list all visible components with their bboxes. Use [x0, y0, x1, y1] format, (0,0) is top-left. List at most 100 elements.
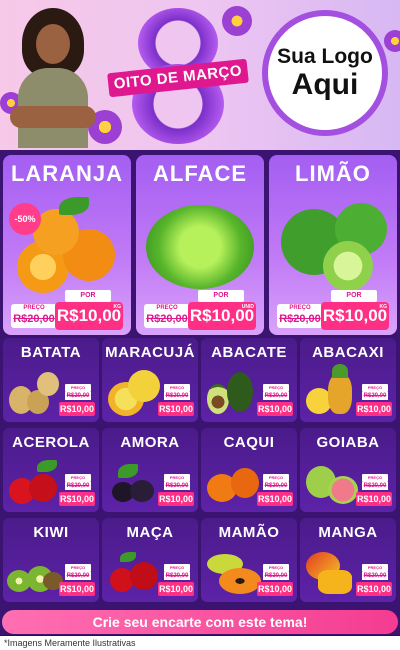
new-price: R$10,00: [158, 402, 194, 416]
old-price-box: PREÇO R$20,00: [277, 304, 323, 328]
price-label: PREÇO: [263, 474, 289, 482]
product-card-mamao[interactable]: MAMÃO PREÇO R$20,00 R$10,00: [201, 518, 297, 602]
price-label: PREÇO: [362, 384, 388, 392]
price-label: PREÇO: [263, 384, 289, 392]
price-tag: PREÇO R$20,00 R$10,00: [59, 384, 95, 418]
product-card-abacaxi[interactable]: ABACAXI PREÇO R$20,00 R$10,00: [300, 338, 396, 422]
papaya-image: [205, 548, 263, 596]
product-card-goiaba[interactable]: GOIABA PREÇO R$20,00 R$10,00: [300, 428, 396, 512]
new-price: R$10,00: [257, 402, 293, 416]
old-price: R$20,00: [146, 313, 188, 325]
logo-line-1: Sua Logo: [277, 45, 373, 68]
price-label: PREÇO: [289, 305, 311, 311]
price-label: PREÇO: [263, 564, 289, 572]
por-label: POR: [331, 290, 377, 302]
old-price: R$20,00: [65, 482, 91, 490]
blackberry-image: [106, 458, 164, 506]
old-price: R$20,00: [362, 482, 388, 490]
featured-card-alface[interactable]: ALFACE POR PREÇO R$20,00 R$10,00 UNID: [136, 155, 264, 335]
product-card-amora[interactable]: AMORA PREÇO R$20,00 R$10,00: [102, 428, 198, 512]
woman-photo: [10, 8, 96, 148]
price-box: POR PREÇO R$20,00 R$10,00 KG: [277, 290, 389, 330]
potato-image: [7, 368, 65, 416]
product-card-batata[interactable]: BATATA PREÇO R$20,00 R$10,00: [3, 338, 99, 422]
price-tag: PREÇO R$20,00 R$10,00: [59, 564, 95, 598]
price-label: PREÇO: [362, 564, 388, 572]
product-card-abacate[interactable]: ABACATE PREÇO R$20,00 R$10,00: [201, 338, 297, 422]
new-price: R$10,00: [257, 492, 293, 506]
old-price-box: PREÇO R$20,00: [11, 304, 57, 328]
old-price: R$20,00: [65, 392, 91, 400]
discount-badge: -50%: [9, 203, 41, 235]
price-tag: PREÇO R$20,00 R$10,00: [158, 564, 194, 598]
products-area: LARANJA -50% POR PREÇO R$20,00 R$10,00 K…: [0, 150, 400, 635]
old-price: R$20,00: [13, 313, 55, 325]
price-label: PREÇO: [164, 564, 190, 572]
mango-image: [304, 548, 362, 596]
old-price: R$20,00: [263, 392, 289, 400]
new-price: R$10,00: [59, 582, 95, 596]
product-card-manga[interactable]: MANGA PREÇO R$20,00 R$10,00: [300, 518, 396, 602]
price-label: PREÇO: [362, 474, 388, 482]
unit-label: KG: [113, 304, 122, 310]
price-label: PREÇO: [156, 305, 178, 311]
price-label: PREÇO: [65, 564, 91, 572]
product-card-caqui[interactable]: CAQUI PREÇO R$20,00 R$10,00: [201, 428, 297, 512]
product-name: KIWI: [33, 524, 69, 541]
price-tag: PREÇO R$20,00 R$10,00: [59, 474, 95, 508]
product-name: BATATA: [20, 344, 82, 361]
oito-de-marco-badge: OITO DE MARÇO: [107, 8, 249, 146]
price-tag: PREÇO R$20,00 R$10,00: [356, 474, 392, 508]
por-label: POR: [65, 290, 111, 302]
new-price: R$10,00: [158, 492, 194, 506]
cta-banner[interactable]: Crie seu encarte com este tema!: [2, 610, 398, 634]
flower-icon: [384, 30, 400, 52]
logo-line-2: Aqui: [291, 68, 359, 101]
new-price: R$10,00: [158, 582, 194, 596]
apple-image: [106, 548, 164, 596]
old-price: R$20,00: [164, 572, 190, 580]
product-name: GOIABA: [316, 434, 380, 451]
old-price: R$20,00: [164, 482, 190, 490]
old-price: R$20,00: [65, 572, 91, 580]
guava-image: [304, 458, 362, 506]
price-tag: PREÇO R$20,00 R$10,00: [257, 384, 293, 418]
price-box: POR PREÇO R$20,00 R$10,00 UNID: [144, 290, 256, 330]
price-tag: PREÇO R$20,00 R$10,00: [356, 384, 392, 418]
price-box: POR PREÇO R$20,00 R$10,00 KG: [11, 290, 123, 330]
new-price: R$10,00: [257, 582, 293, 596]
product-name: ALFACE: [153, 161, 247, 186]
product-name: MAÇA: [126, 524, 174, 541]
product-card-kiwi[interactable]: KIWI PREÇO R$20,00 R$10,00: [3, 518, 99, 602]
product-name: MAMÃO: [218, 524, 280, 541]
new-price: R$10,00: [59, 402, 95, 416]
price-label: PREÇO: [164, 384, 190, 392]
price-tag: PREÇO R$20,00 R$10,00: [158, 474, 194, 508]
product-name: ACEROLA: [12, 434, 90, 451]
lime-image: [275, 195, 391, 291]
product-name: ABACAXI: [312, 344, 384, 361]
product-name: AMORA: [120, 434, 180, 451]
price-tag: PREÇO R$20,00 R$10,00: [158, 384, 194, 418]
logo-placeholder[interactable]: Sua Logo Aqui: [262, 10, 388, 136]
passion-fruit-image: [106, 368, 164, 416]
product-card-maca[interactable]: MAÇA PREÇO R$20,00 R$10,00: [102, 518, 198, 602]
old-price: R$20,00: [164, 392, 190, 400]
unit-label: KG: [379, 304, 388, 310]
product-name: ABACATE: [211, 344, 287, 361]
product-card-maracuja[interactable]: MARACUJÁ PREÇO R$20,00 R$10,00: [102, 338, 198, 422]
avocado-image: [205, 368, 263, 416]
lettuce-image: [142, 195, 258, 291]
persimmon-image: [205, 458, 263, 506]
new-price: R$10,00: [59, 492, 95, 506]
disclaimer-text: *Imagens Meramente Ilustrativas: [0, 636, 400, 650]
old-price: R$20,00: [362, 392, 388, 400]
header-banner: OITO DE MARÇO Sua Logo Aqui: [0, 0, 400, 150]
featured-card-limao[interactable]: LIMÃO POR PREÇO R$20,00 R$10,00 KG: [269, 155, 397, 335]
product-name: LIMÃO: [295, 161, 371, 186]
featured-card-laranja[interactable]: LARANJA -50% POR PREÇO R$20,00 R$10,00 K…: [3, 155, 131, 335]
pineapple-image: [304, 364, 362, 416]
product-name: MARACUJÁ: [105, 344, 195, 361]
product-name: CAQUI: [223, 434, 275, 451]
product-card-acerola[interactable]: ACEROLA PREÇO R$20,00 R$10,00: [3, 428, 99, 512]
